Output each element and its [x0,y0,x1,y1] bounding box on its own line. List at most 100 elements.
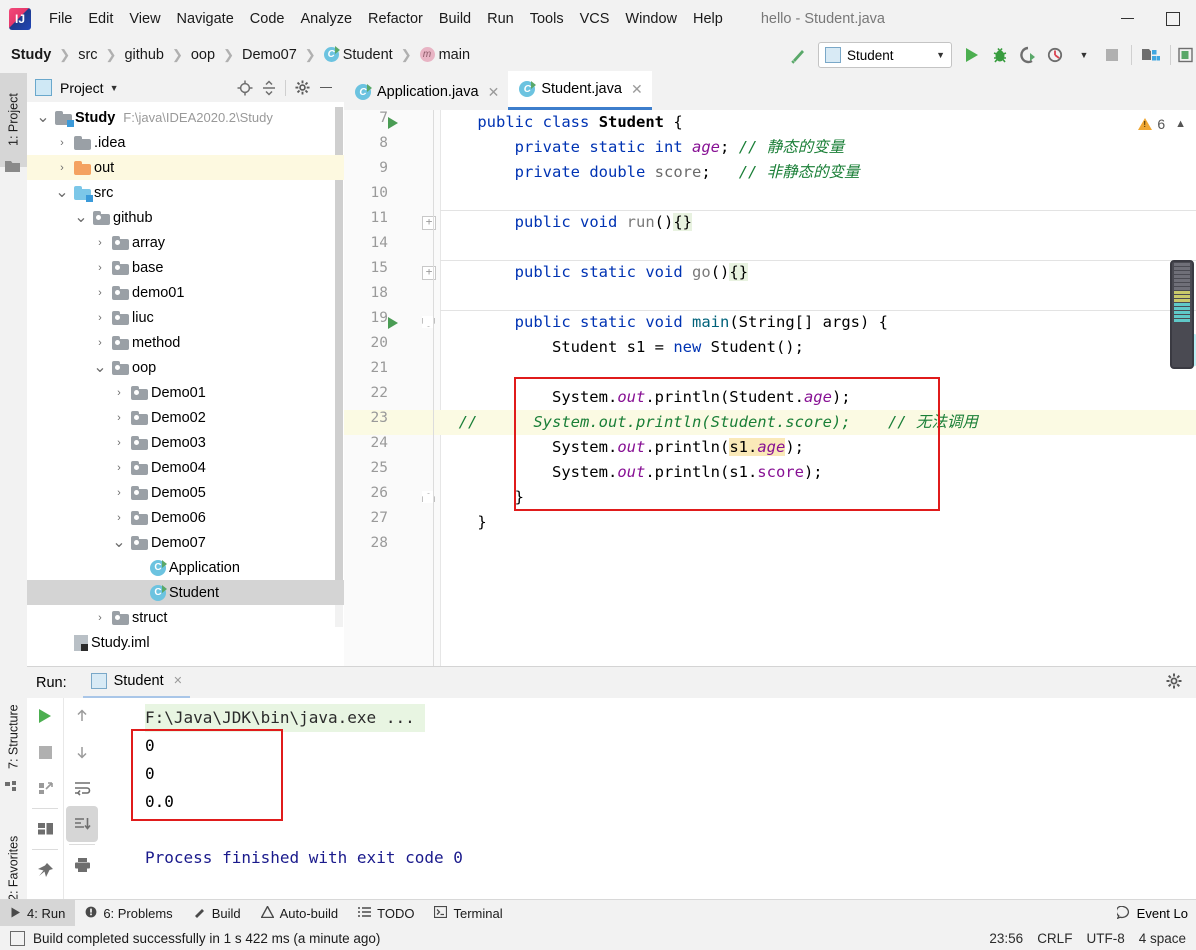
tree-item-oop[interactable]: ⌄oop [27,355,344,380]
gutter-line[interactable]: 19 [344,310,440,335]
chevron-right-icon[interactable]: › [92,337,108,349]
gutter-line[interactable]: 27 [344,510,440,535]
menu-refactor[interactable]: Refactor [360,8,431,30]
hide-panel-icon[interactable] [314,77,338,99]
tree-item-demo05[interactable]: ›Demo05 [27,480,344,505]
editor-minimap-scrollbar[interactable] [1170,260,1194,369]
breadcrumb-student[interactable]: Student [322,46,395,64]
project-structure-icon[interactable] [1137,41,1165,69]
breadcrumb-demo07[interactable]: Demo07 [240,46,299,64]
tree-item-demo01[interactable]: ›demo01 [27,280,344,305]
tool-tab-autobuild[interactable]: Auto-build [251,900,349,927]
tree-item--idea[interactable]: ›.idea [27,130,344,155]
search-icon[interactable] [1176,41,1196,69]
menu-code[interactable]: Code [242,8,293,30]
scroll-up-button[interactable] [64,698,100,734]
editor-gutter[interactable]: 7891011+1415+1819202122232425262728 [344,110,441,666]
menu-run[interactable]: Run [479,8,522,30]
tree-item-src[interactable]: ⌄src [27,180,344,205]
chevron-down-icon[interactable]: ⌄ [35,114,51,122]
code-content[interactable]: public class Student { private static in… [440,110,1196,666]
gear-icon[interactable] [290,77,314,99]
print-button[interactable] [64,847,100,883]
debug-button[interactable] [986,41,1014,69]
chevron-right-icon[interactable]: › [92,262,108,274]
tab-student-java[interactable]: Student.java ✕ [508,71,651,110]
gutter-line[interactable]: 9 [344,160,440,185]
chevron-down-icon[interactable]: ⌄ [111,539,127,547]
gutter-line[interactable]: 26 [344,485,440,510]
rerun-button[interactable] [27,698,63,734]
code-editor[interactable]: 7891011+1415+1819202122232425262728 publ… [344,110,1196,666]
chevron-right-icon[interactable]: › [92,312,108,324]
gutter-line[interactable]: 22 [344,385,440,410]
gutter-line[interactable]: 14 [344,235,440,260]
chevron-down-icon[interactable]: ⌄ [54,189,70,197]
console-output[interactable]: F:\Java\JDK\bin\java.exe ... 0 0 0.0 Pro… [101,698,1196,900]
project-tree[interactable]: ⌄StudyF:\java\IDEA2020.2\Study›.idea›out… [27,102,344,666]
tree-item-demo02[interactable]: ›Demo02 [27,405,344,430]
stop-button[interactable] [27,734,63,770]
run-tab-student[interactable]: Student × [83,666,190,699]
menu-navigate[interactable]: Navigate [169,8,242,30]
status-line-separator[interactable]: CRLF [1037,931,1072,946]
event-log-area[interactable]: Event Lo [1117,906,1196,922]
menu-help[interactable]: Help [685,8,731,30]
tree-item-array[interactable]: ›array [27,230,344,255]
chevron-down-icon[interactable]: ▼ [110,83,119,93]
maximize-button[interactable] [1150,0,1196,37]
close-icon[interactable]: × [174,673,182,689]
tree-item-study-iml[interactable]: ›Study.iml [27,630,344,655]
tool-tab-build[interactable]: Build [183,900,251,927]
gutter-line[interactable]: 21 [344,360,440,385]
gutter-line[interactable]: 11+ [344,210,440,235]
gutter-line[interactable]: 28 [344,535,440,560]
tree-item-demo04[interactable]: ›Demo04 [27,455,344,480]
menu-tools[interactable]: Tools [522,8,572,30]
tree-item-struct[interactable]: ›struct [27,605,344,630]
gutter-line[interactable]: 7 [344,110,440,135]
chevron-right-icon[interactable]: › [111,437,127,449]
coverage-button[interactable] [1014,41,1042,69]
tree-item-base[interactable]: ›base [27,255,344,280]
breadcrumb-main[interactable]: main [418,46,472,64]
status-indent[interactable]: 4 space [1139,931,1186,946]
close-icon[interactable]: ✕ [488,84,500,101]
profile-button[interactable] [1042,41,1070,69]
chevron-right-icon[interactable]: › [92,237,108,249]
breadcrumb-study[interactable]: Study [9,46,53,64]
tree-item-demo07[interactable]: ⌄Demo07 [27,530,344,555]
gutter-line[interactable]: 15+ [344,260,440,285]
gutter-line[interactable]: 25 [344,460,440,485]
tool-tab-run[interactable]: 4: Run [0,900,75,927]
chevron-right-icon[interactable]: › [92,612,108,624]
chevron-right-icon[interactable]: › [92,287,108,299]
locate-icon[interactable] [233,77,257,99]
menu-window[interactable]: Window [617,8,685,30]
menu-analyze[interactable]: Analyze [292,8,360,30]
breadcrumb-github[interactable]: github [122,46,166,64]
chevron-right-icon[interactable]: › [111,512,127,524]
status-encoding[interactable]: UTF-8 [1086,931,1124,946]
gear-icon[interactable] [1166,673,1182,692]
chevron-down-icon[interactable]: ▼ [1070,41,1098,69]
gutter-line[interactable]: 20 [344,335,440,360]
chevron-down-icon[interactable]: ⌄ [92,364,108,372]
menu-view[interactable]: View [121,8,168,30]
gutter-line[interactable]: 24 [344,435,440,460]
chevron-right-icon[interactable]: › [111,462,127,474]
run-gutter-icon[interactable] [388,117,398,129]
collapse-all-icon[interactable] [257,77,281,99]
tree-item-method[interactable]: ›method [27,330,344,355]
chevron-right-icon[interactable]: › [111,487,127,499]
menu-vcs[interactable]: VCS [572,8,618,30]
run-button[interactable] [958,41,986,69]
tree-item-application[interactable]: ›Application [27,555,344,580]
chevron-down-icon[interactable]: ⌄ [73,214,89,222]
sidebar-tab-structure[interactable]: 7: Structure [0,685,27,789]
tree-item-github[interactable]: ⌄github [27,205,344,230]
menu-edit[interactable]: Edit [80,8,121,30]
chevron-right-icon[interactable]: › [54,137,70,149]
tree-item-demo03[interactable]: ›Demo03 [27,430,344,455]
tool-tab-todo[interactable]: TODO [348,900,424,927]
